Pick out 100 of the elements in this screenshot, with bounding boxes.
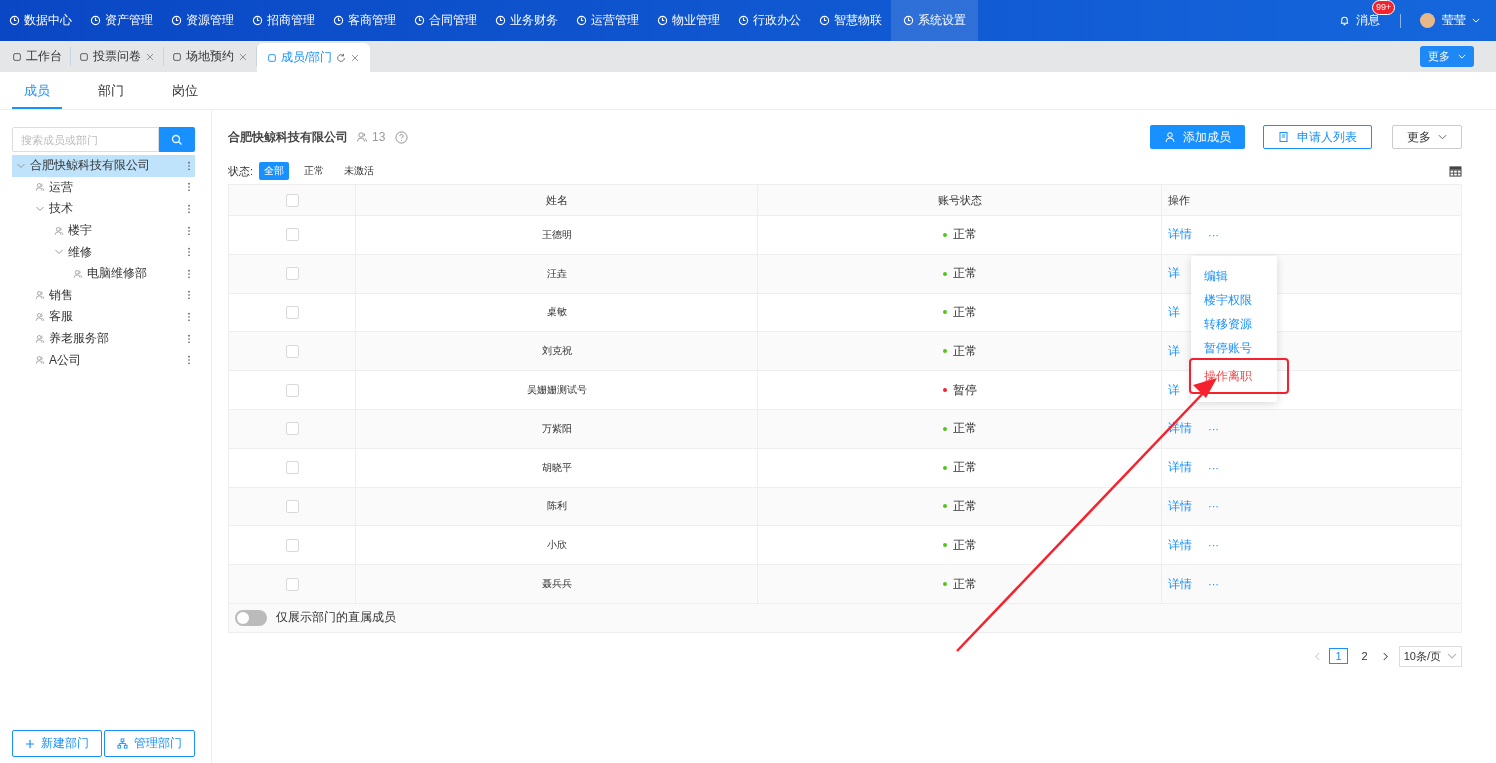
- section-tab[interactable]: 成员: [12, 72, 62, 109]
- help-icon[interactable]: [395, 130, 409, 144]
- row-checkbox[interactable]: [285, 383, 299, 397]
- row-checkbox[interactable]: [285, 267, 299, 281]
- details-link[interactable]: 详情: [1168, 459, 1192, 477]
- kebab-menu-icon[interactable]: [187, 268, 191, 279]
- search-button[interactable]: [159, 127, 195, 152]
- more-actions-button[interactable]: ···: [1208, 228, 1219, 241]
- toggle-switch[interactable]: [235, 609, 267, 626]
- messages-link[interactable]: 消息: [1356, 12, 1380, 29]
- nav-menu-item[interactable]: 业务财务: [486, 0, 567, 41]
- page-tab[interactable]: 工作台: [4, 47, 71, 66]
- page-button[interactable]: 1: [1329, 648, 1348, 665]
- applicant-list-button[interactable]: 申请人列表: [1263, 125, 1372, 149]
- row-checkbox[interactable]: [285, 499, 299, 513]
- status-filter-option[interactable]: 正常: [299, 162, 330, 180]
- more-actions-button[interactable]: ···: [1208, 422, 1219, 435]
- tree-node[interactable]: 楼宇: [12, 219, 195, 242]
- tree-node[interactable]: 维修: [12, 241, 195, 263]
- chevron-down-icon[interactable]: [35, 204, 45, 214]
- details-link[interactable]: 详情: [1168, 226, 1192, 244]
- department-button[interactable]: 新建部门: [12, 730, 102, 757]
- section-tab[interactable]: 部门: [86, 72, 136, 109]
- nav-menu-item[interactable]: 客商管理: [324, 0, 405, 41]
- kebab-menu-icon[interactable]: [187, 290, 191, 301]
- caret-icon[interactable]: [1472, 18, 1480, 23]
- kebab-menu-icon[interactable]: [187, 355, 191, 366]
- nav-menu-item[interactable]: 物业管理: [648, 0, 729, 41]
- search-field[interactable]: 搜索成员或部门: [12, 127, 159, 152]
- nav-menu-item[interactable]: 行政办公: [729, 0, 810, 41]
- nav-menu-item[interactable]: 合同管理: [405, 0, 486, 41]
- more-actions-button[interactable]: ···: [1208, 500, 1219, 513]
- more-actions-button[interactable]: ···: [1208, 539, 1219, 552]
- kebab-menu-icon[interactable]: [187, 333, 191, 344]
- tree-node[interactable]: 技术: [12, 198, 195, 220]
- more-actions-button[interactable]: ···: [1208, 461, 1219, 474]
- row-checkbox[interactable]: [285, 538, 299, 552]
- tree-node[interactable]: 客服: [12, 306, 195, 328]
- more-dropdown-button[interactable]: 更多: [1392, 125, 1462, 149]
- details-link[interactable]: 详情: [1168, 497, 1192, 515]
- page-size-select[interactable]: 10条/页: [1398, 645, 1462, 667]
- kebab-menu-icon[interactable]: [187, 247, 191, 258]
- status-filter-option[interactable]: 未激活: [339, 162, 380, 180]
- people-icon: [35, 182, 45, 193]
- row-checkbox[interactable]: [285, 228, 299, 242]
- user-name[interactable]: 莹莹: [1442, 12, 1466, 29]
- nav-menu-item[interactable]: 系统设置: [891, 0, 978, 41]
- row-checkbox[interactable]: [285, 306, 299, 319]
- details-link[interactable]: 详: [1168, 381, 1180, 399]
- tree-node[interactable]: 销售: [12, 284, 195, 307]
- previous-page-icon[interactable]: [1314, 651, 1322, 661]
- row-checkbox[interactable]: [285, 461, 299, 475]
- kebab-menu-icon[interactable]: [187, 182, 191, 193]
- tree-node[interactable]: 养老服务部: [12, 327, 195, 350]
- section-tab[interactable]: 岗位: [160, 72, 210, 109]
- more-dropdown-button[interactable]: 更多: [1420, 46, 1474, 67]
- details-link[interactable]: 详: [1168, 304, 1180, 321]
- status-filter-option[interactable]: 全部: [259, 162, 290, 180]
- nav-menu-item[interactable]: 运营管理: [567, 0, 648, 41]
- details-link[interactable]: 详情: [1168, 536, 1192, 554]
- tree-node[interactable]: A公司: [12, 349, 195, 371]
- row-checkbox[interactable]: [285, 422, 299, 436]
- more-actions-button[interactable]: ···: [1208, 578, 1219, 591]
- page-tab[interactable]: 投票问卷: [71, 47, 164, 66]
- next-page-icon[interactable]: [1381, 651, 1389, 661]
- nav-menu-item[interactable]: 数据中心: [0, 0, 81, 41]
- tree-node[interactable]: 运营: [12, 176, 195, 199]
- details-link[interactable]: 详: [1168, 342, 1180, 360]
- table-cell: 万紫阳: [356, 410, 758, 448]
- kebab-menu-icon[interactable]: [187, 225, 191, 236]
- close-icon[interactable]: [238, 51, 248, 62]
- tree-node[interactable]: 合肥快鲸科技有限公司: [12, 155, 195, 177]
- row-checkbox[interactable]: [285, 577, 299, 591]
- details-link[interactable]: 详情: [1168, 575, 1192, 593]
- nav-menu-item[interactable]: 资产管理: [81, 0, 162, 41]
- page-tab[interactable]: 成员/部门: [257, 43, 371, 72]
- refresh-icon[interactable]: [336, 52, 347, 63]
- column-settings-icon[interactable]: [1449, 165, 1462, 177]
- menu-item[interactable]: 转移资源: [1191, 312, 1277, 336]
- kebab-menu-icon[interactable]: [187, 311, 191, 322]
- nav-menu-item[interactable]: 招商管理: [243, 0, 324, 41]
- menu-item[interactable]: 暂停账号: [1191, 336, 1277, 360]
- menu-item[interactable]: 编辑: [1191, 264, 1277, 288]
- department-button[interactable]: 管理部门: [104, 730, 195, 757]
- kebab-menu-icon[interactable]: [187, 204, 191, 214]
- kebab-menu-icon[interactable]: [187, 160, 191, 171]
- select-all-checkbox[interactable]: [285, 193, 299, 207]
- details-link[interactable]: 详: [1168, 265, 1180, 283]
- avatar-icon[interactable]: [1419, 12, 1436, 29]
- table-cell: 小欣: [356, 526, 758, 565]
- tree-node[interactable]: 电脑维修部: [12, 262, 195, 285]
- menu-item[interactable]: 操作离职: [1191, 360, 1287, 392]
- close-icon[interactable]: [350, 52, 361, 63]
- add-member-button[interactable]: 添加成员: [1150, 125, 1245, 149]
- menu-item[interactable]: 楼宇权限: [1191, 288, 1277, 312]
- nav-menu-item[interactable]: 资源管理: [162, 0, 243, 41]
- close-icon[interactable]: [145, 51, 155, 62]
- bell-icon[interactable]: [1339, 15, 1350, 26]
- nav-menu-item[interactable]: 智慧物联: [810, 0, 891, 41]
- row-checkbox[interactable]: [285, 344, 299, 358]
